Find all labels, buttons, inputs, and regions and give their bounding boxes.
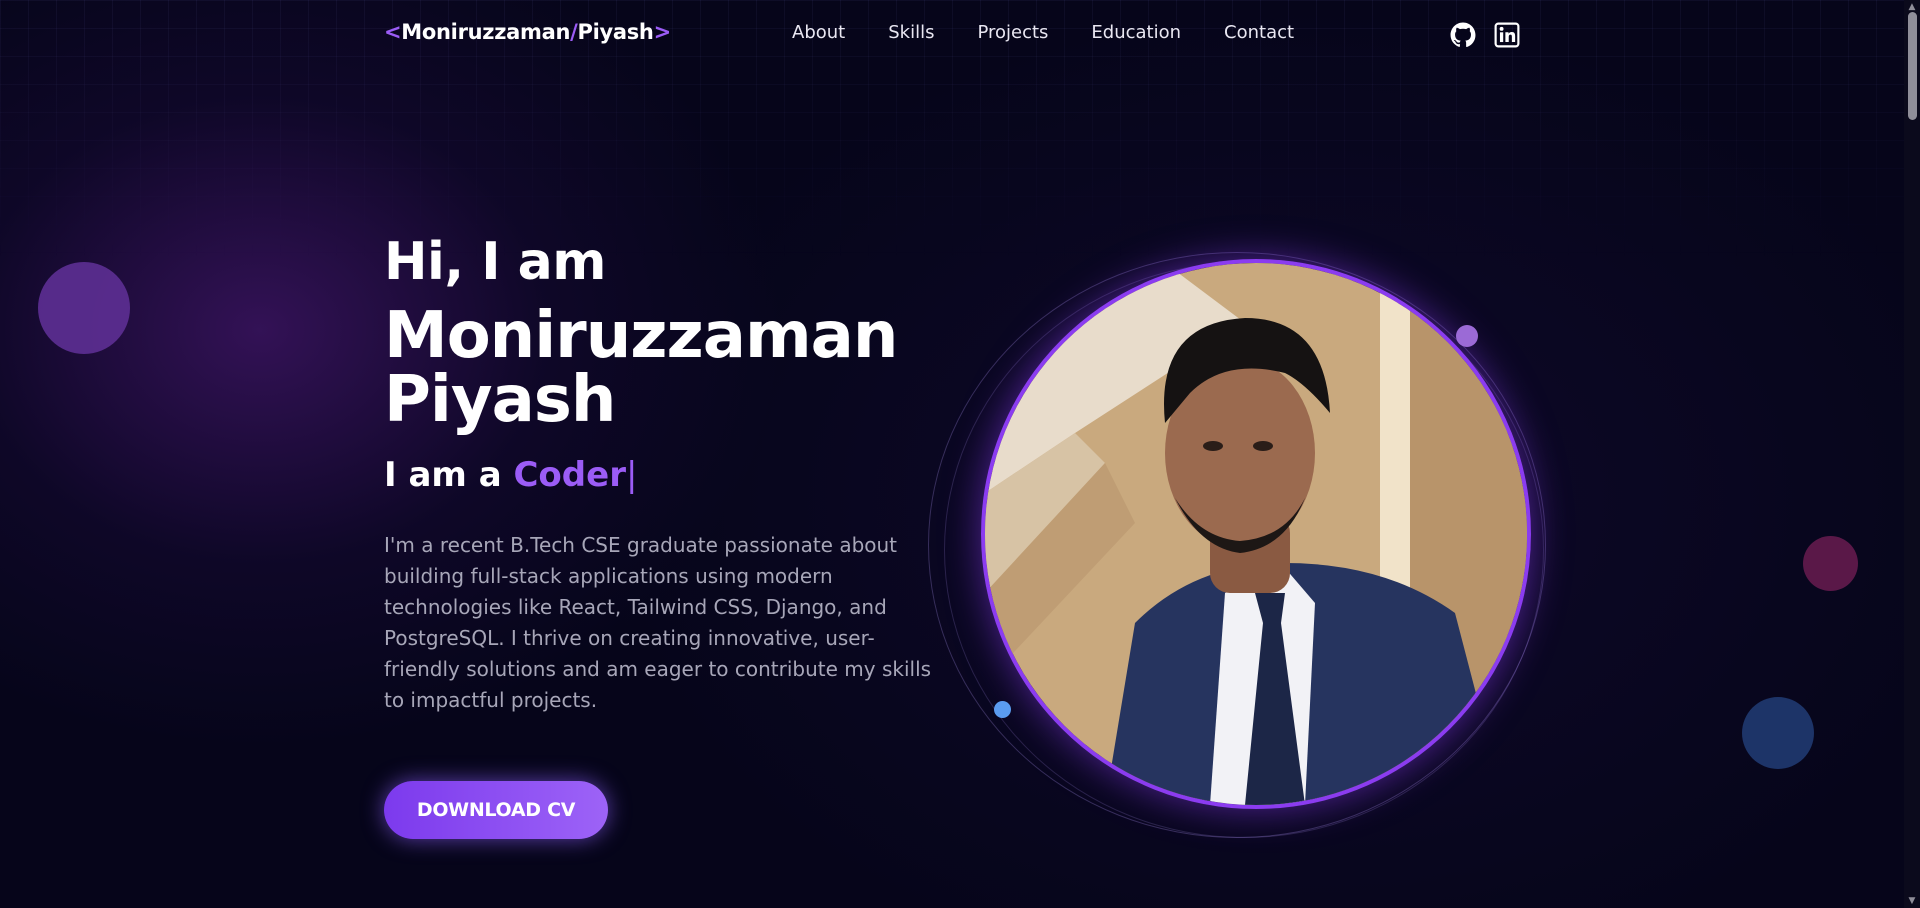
nav-link-contact[interactable]: Contact (1224, 22, 1294, 43)
hero-greeting: Hi, I am (384, 232, 606, 292)
navbar: <Moniruzzaman/Piyash> About Skills Proje… (0, 0, 1904, 70)
scroll-up-arrow-icon[interactable]: ▲ (1907, 2, 1917, 12)
profile-photo (981, 259, 1531, 809)
decorative-magenta-circle (1803, 536, 1858, 591)
nav-menu: About Skills Projects Education Contact (792, 22, 1337, 43)
decorative-blue-dot (994, 701, 1011, 718)
page-scrollbar[interactable]: ▲ ▼ (1904, 0, 1920, 908)
github-icon[interactable] (1450, 22, 1476, 48)
hero-name-last: Piyash (384, 363, 616, 437)
download-cv-button[interactable]: DOWNLOAD CV (384, 781, 608, 839)
site-logo[interactable]: <Moniruzzaman/Piyash> (384, 20, 671, 44)
decorative-purple-circle (38, 262, 130, 354)
hero-name-first: Moniruzzaman (384, 299, 898, 373)
scroll-thumb[interactable] (1908, 12, 1917, 120)
role-prefix: I am a (384, 455, 514, 495)
scroll-down-arrow-icon[interactable]: ▼ (1907, 896, 1917, 906)
logo-open-bracket: < (384, 20, 402, 44)
typing-cursor: | (625, 455, 638, 495)
decorative-purple-dot (1456, 325, 1478, 347)
nav-link-projects[interactable]: Projects (977, 22, 1048, 43)
nav-link-education[interactable]: Education (1091, 22, 1181, 43)
social-links (1450, 22, 1520, 48)
decorative-blue-circle (1742, 697, 1814, 769)
linkedin-icon[interactable] (1494, 22, 1520, 48)
nav-link-skills[interactable]: Skills (888, 22, 934, 43)
hero-description: I'm a recent B.Tech CSE graduate passion… (384, 533, 932, 712)
logo-last-name: Piyash (577, 20, 654, 44)
typing-role-line: I am a Coder| (384, 455, 637, 495)
logo-close-bracket: > (653, 20, 672, 44)
logo-first-name: Moniruzzaman (401, 20, 571, 44)
hero-name: Moniruzzaman Piyash (384, 304, 944, 432)
nav-link-about[interactable]: About (792, 22, 845, 43)
role-text: Coder (513, 455, 626, 495)
